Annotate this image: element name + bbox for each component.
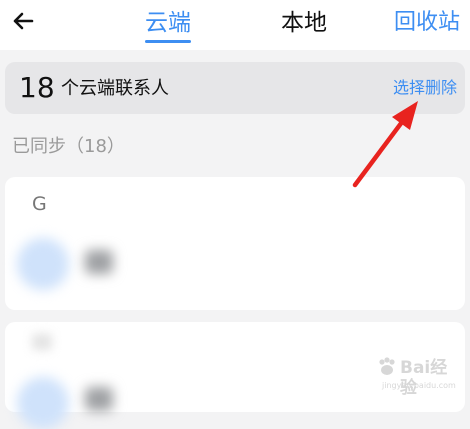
avatar — [17, 238, 69, 290]
contact-name-blurred — [85, 387, 113, 411]
tab-local-label: 本地 — [281, 10, 327, 36]
recycle-bin-button[interactable]: 回收站 — [394, 9, 460, 37]
tab-local[interactable]: 本地 — [281, 9, 327, 43]
contact-count-label: 个云端联系人 — [61, 78, 169, 99]
contact-row[interactable] — [5, 232, 465, 292]
contact-count: 18 — [19, 71, 55, 104]
group-letter-blurred — [32, 334, 52, 350]
contact-group-card: G — [5, 177, 465, 310]
synced-section-header: 已同步（18） — [12, 136, 125, 157]
group-letter: G — [32, 193, 47, 215]
arrow-left-icon — [13, 12, 34, 30]
tab-cloud[interactable]: 云端 — [145, 9, 191, 43]
watermark-brand: Bai经验 — [400, 358, 448, 398]
contact-name-blurred — [85, 250, 113, 274]
back-button[interactable] — [8, 6, 38, 36]
active-tab-indicator — [145, 40, 191, 43]
paw-logo-icon — [379, 357, 395, 375]
tab-cloud-label: 云端 — [145, 10, 191, 36]
avatar — [17, 377, 69, 429]
watermark-url: jingyan.baidu.com — [382, 381, 456, 390]
select-delete-button[interactable]: 选择删除 — [393, 77, 457, 99]
cloud-contacts-summary: 18 个云端联系人 选择删除 — [5, 62, 465, 114]
top-bar: 云端 本地 回收站 — [0, 0, 470, 50]
baidu-jingyan-watermark: Bai经验 jingyan.baidu.com — [374, 354, 464, 398]
